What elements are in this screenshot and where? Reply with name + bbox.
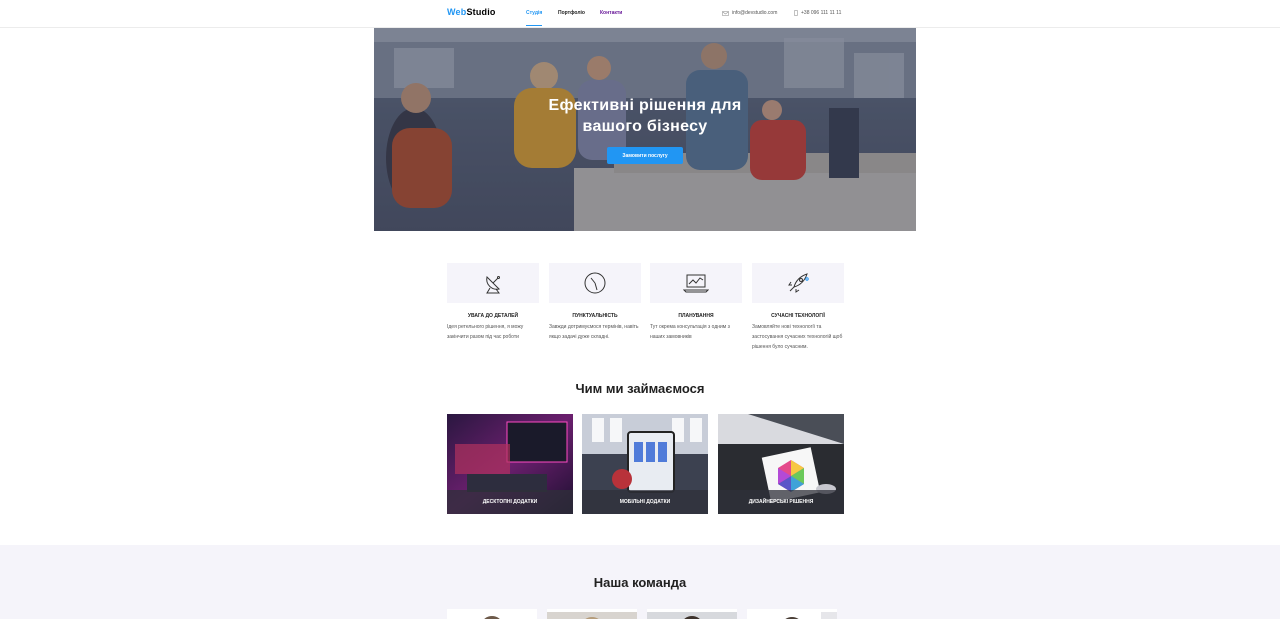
order-service-button[interactable]: Замовити послугу [607,147,683,164]
team-member-card [747,609,837,619]
service-card-design[interactable]: Дизайнерські рішення [718,414,844,514]
feature-card: Пунктуальність Завжди дотримуємося термі… [549,263,641,342]
service-label: Мобільні додатки [582,490,708,514]
laptop-chart-icon [683,274,709,293]
feature-title: Увага до деталей [467,313,519,319]
feature-text: Замовляйте нові технології та застосуван… [752,324,843,350]
mail-icon [722,10,729,16]
team-section: Наша команда [0,545,1280,619]
feature-card: Планування Тут окрема консультація з одн… [650,263,742,342]
team-member-photo [447,612,537,619]
antenna-icon [486,276,500,294]
logo-studio: Studio [466,7,496,17]
hero-section: Ефективні рішення для вашого бізнесу Зам… [374,28,916,231]
team-member-photo [747,612,837,619]
team-member-card [547,609,637,619]
service-card-desktop[interactable]: Десктопні додатки [447,414,573,514]
feature-title: Сучасні технології [771,313,825,319]
feature-title: Планування [678,313,714,319]
phone-text: +38 096 111 11 11 [801,10,842,16]
nav-contacts[interactable]: Контакти [600,10,622,16]
team-member-photo [647,612,737,619]
service-label: Десктопні додатки [447,490,573,514]
feature-text: Тут окрема консультація з одним з наших … [650,324,730,340]
header-phone[interactable]: +38 096 111 11 11 [794,10,841,16]
header-email[interactable]: info@devstudio.com [722,10,777,16]
hero-title: Ефективні рішення для вашого бізнесу [374,95,916,137]
rocket-icon [788,273,809,293]
feature-card: Сучасні технології Замовляйте нові техно… [752,263,844,352]
hero-title-line1: Ефективні рішення для [548,97,742,114]
phone-icon [794,10,798,16]
feature-icon-box [650,263,742,303]
team-title: Наша команда [593,575,687,590]
services-title: Чим ми займаємося [575,381,705,396]
logo[interactable]: WebStudio [447,7,496,17]
site-header: WebStudio Студія Портфоліо Контакти info… [0,0,1280,28]
feature-icon-box [752,263,844,303]
service-label: Дизайнерські рішення [718,490,844,514]
team-member-photo [547,612,637,619]
feature-text: Завжди дотримуємося термінів, навіть якщ… [549,324,639,340]
feature-title: Пунктуальність [572,313,618,319]
feature-icon-box [447,263,539,303]
nav-studio[interactable]: Студія [526,10,543,26]
nav-portfolio[interactable]: Портфоліо [558,10,585,16]
team-member-card [447,609,537,619]
email-text: info@devstudio.com [732,10,778,16]
service-card-mobile[interactable]: Мобільні додатки [582,414,708,514]
feature-icon-box [549,263,641,303]
feature-card: Увага до деталей Ідея ретельного рішення… [447,263,539,342]
feature-text: Ідея ретельного рішення, я можу закінчит… [447,324,524,340]
hero-title-line2: вашого бізнесу [582,118,708,135]
clock-icon [584,272,606,294]
team-member-card [647,609,737,619]
logo-web: Web [447,7,467,17]
